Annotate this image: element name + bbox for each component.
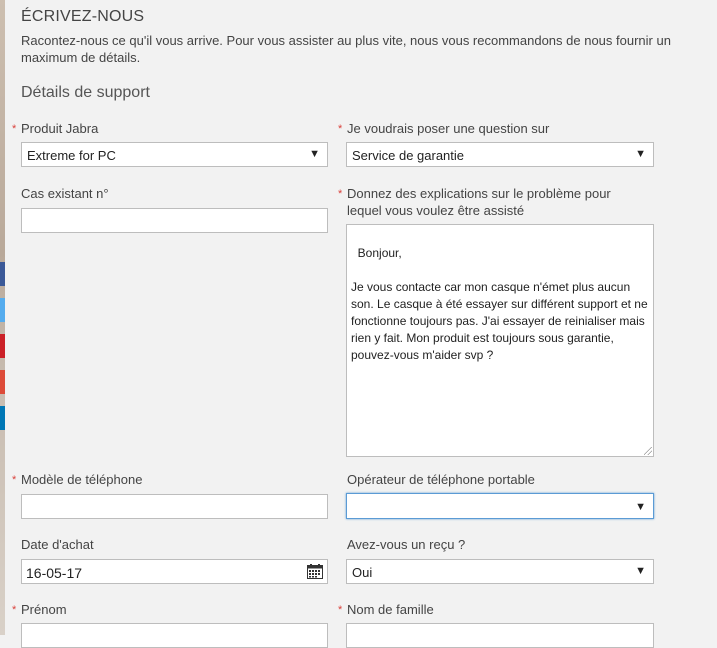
- required-marker: *: [338, 604, 343, 616]
- linkedin-icon[interactable]: [0, 406, 5, 430]
- required-marker: *: [338, 123, 343, 135]
- resize-handle-icon[interactable]: [644, 447, 652, 455]
- purchase-date-input[interactable]: 16-05-17: [21, 559, 328, 584]
- receipt-value: Oui: [352, 565, 373, 580]
- intro-text: Racontez-nous ce qu'il vous arrive. Pour…: [21, 33, 671, 65]
- product-value: Extreme for PC: [27, 148, 116, 163]
- receipt-select[interactable]: Oui ▼: [346, 559, 654, 584]
- receipt-label: Avez-vous un reçu ?: [347, 537, 466, 552]
- twitter-icon[interactable]: [0, 298, 5, 322]
- facebook-icon[interactable]: [0, 262, 5, 286]
- section-title: Détails de support: [21, 84, 150, 101]
- operator-select[interactable]: ▼: [346, 493, 654, 519]
- first-name-label: Prénom: [21, 602, 67, 617]
- page-title: ÉCRIVEZ-NOUS: [21, 8, 145, 25]
- chevron-down-icon: ▼: [635, 148, 646, 160]
- required-marker: *: [12, 123, 17, 135]
- chevron-down-icon: ▼: [309, 148, 320, 160]
- calendar-icon[interactable]: [307, 564, 323, 579]
- required-marker: *: [338, 188, 343, 200]
- question-label: Je voudrais poser une question sur: [347, 121, 550, 136]
- purchase-date-value: 16-05-17: [26, 565, 83, 581]
- last-name-label: Nom de famille: [347, 602, 434, 617]
- explain-label: Donnez des explications sur le problème …: [347, 186, 611, 218]
- phone-model-label: Modèle de téléphone: [21, 472, 143, 487]
- product-label: Produit Jabra: [21, 121, 99, 136]
- required-marker: *: [12, 474, 17, 486]
- phone-model-input[interactable]: [21, 494, 328, 519]
- chevron-down-icon: ▼: [635, 501, 646, 513]
- explain-textarea[interactable]: Bonjour, Je vous contacte car mon casque…: [346, 224, 654, 457]
- chevron-down-icon: ▼: [635, 565, 646, 577]
- pinterest-icon[interactable]: [0, 334, 5, 358]
- required-marker: *: [12, 604, 17, 616]
- first-name-input[interactable]: [21, 623, 328, 648]
- case-number-input[interactable]: [21, 208, 328, 233]
- operator-label: Opérateur de téléphone portable: [347, 472, 535, 487]
- case-label: Cas existant n°: [21, 186, 109, 201]
- explain-text: Bonjour, Je vous contacte car mon casque…: [351, 246, 648, 362]
- purchase-date-label: Date d'achat: [21, 537, 94, 552]
- social-share-bar: [0, 262, 5, 442]
- product-select[interactable]: Extreme for PC ▼: [21, 142, 328, 167]
- question-value: Service de garantie: [352, 148, 465, 163]
- question-select[interactable]: Service de garantie ▼: [346, 142, 654, 167]
- google-plus-icon[interactable]: [0, 370, 5, 394]
- last-name-input[interactable]: [346, 623, 654, 648]
